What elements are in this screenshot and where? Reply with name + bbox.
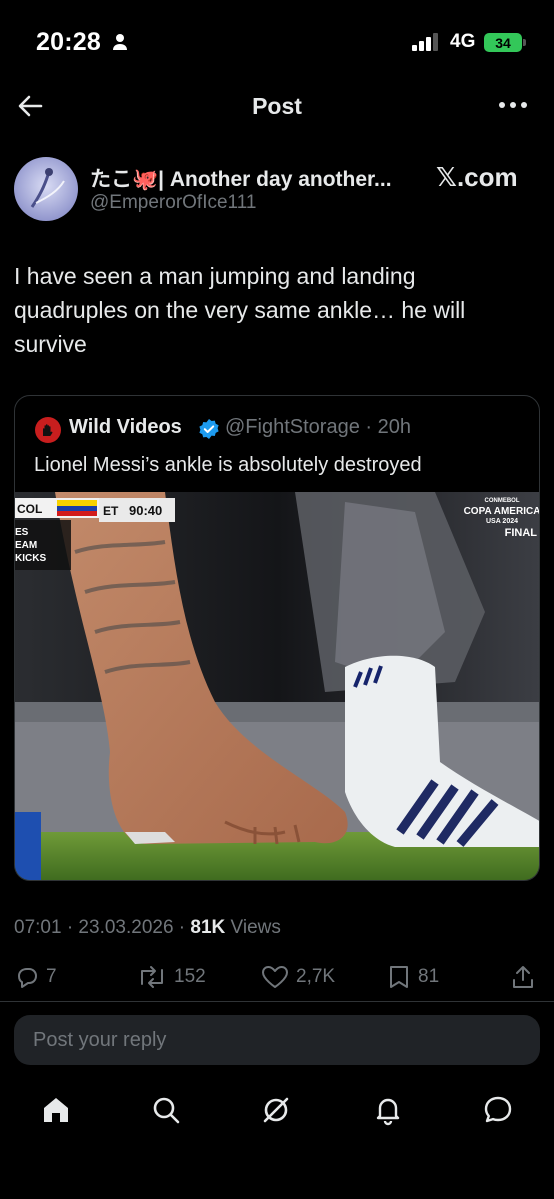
- status-time: 20:28: [36, 28, 101, 56]
- share-button[interactable]: [510, 964, 536, 990]
- signal-icon: [412, 33, 440, 51]
- bookmark-icon: [386, 964, 412, 990]
- tab-grok[interactable]: [260, 1094, 292, 1126]
- quoted-handle-time: @FightStorage · 20h: [225, 416, 411, 438]
- score-period: ET: [103, 504, 119, 518]
- quoted-post-card[interactable]: Wild Videos @FightStorage · 20h Lionel M…: [14, 395, 540, 881]
- bookmark-button[interactable]: 81: [386, 964, 439, 990]
- verified-badge-icon: [198, 418, 220, 440]
- person-icon: [112, 33, 128, 51]
- page-title: Post: [252, 93, 302, 119]
- divider: [0, 1001, 554, 1002]
- tournament-stage: FINAL: [505, 527, 538, 539]
- post-timestamp: 07:01 · 23.03.2026 ·: [14, 917, 191, 938]
- chat-bubble-icon: [482, 1094, 514, 1126]
- bell-icon: [372, 1094, 404, 1126]
- heart-icon: [260, 964, 290, 990]
- tab-search[interactable]: [150, 1094, 182, 1126]
- quoted-author-avatar[interactable]: [35, 417, 61, 443]
- repost-count: 152: [174, 966, 206, 987]
- tab-notifications[interactable]: [372, 1094, 404, 1126]
- author-avatar[interactable]: [14, 157, 78, 221]
- reply-count: 7: [46, 966, 57, 987]
- video-thumbnail[interactable]: COL ET 90:40 ES EAM KICKS CONMEBOL COPA …: [15, 492, 540, 880]
- score-side-1: ES: [15, 527, 29, 538]
- quoted-author-name[interactable]: Wild Videos: [69, 416, 182, 439]
- author-handle[interactable]: @EmperorOfIce111: [90, 192, 256, 214]
- like-button[interactable]: 2,7K: [260, 964, 335, 990]
- tab-messages[interactable]: [482, 1094, 514, 1126]
- tab-home[interactable]: [40, 1094, 72, 1126]
- reply-input[interactable]: [31, 1027, 515, 1053]
- views-count: 81K: [190, 917, 226, 938]
- bookmark-count: 81: [418, 966, 440, 987]
- battery-indicator: 34: [484, 33, 522, 52]
- author-name[interactable]: たこ🐙| Another day another...: [90, 163, 392, 193]
- score-clock: 90:40: [129, 503, 162, 518]
- reply-composer[interactable]: [14, 1015, 540, 1065]
- share-icon: [510, 964, 536, 990]
- quoted-text: Lionel Messi’s ankle is absolutely destr…: [34, 454, 422, 476]
- like-count: 2,7K: [296, 966, 336, 987]
- post-meta: 07:01 · 23.03.2026 · 81K Views: [14, 917, 281, 939]
- views-label: Views: [225, 917, 281, 938]
- home-icon: [40, 1094, 72, 1126]
- tournament-sub: USA 2024: [486, 518, 518, 525]
- source-label: 𝕏.com: [436, 162, 518, 192]
- search-icon: [150, 1094, 182, 1126]
- score-side-3: KICKS: [15, 553, 46, 564]
- network-type: 4G: [450, 31, 476, 52]
- more-options-icon[interactable]: [498, 98, 528, 112]
- reply-icon: [14, 964, 40, 990]
- post-text: I have seen a man jumping and landing qu…: [14, 263, 466, 357]
- repost-button[interactable]: 152: [136, 964, 206, 990]
- tournament-name: COPA AMERICA: [464, 506, 540, 517]
- score-team: COL: [17, 502, 42, 516]
- grok-icon: [260, 1094, 292, 1126]
- reply-button[interactable]: 7: [14, 964, 57, 990]
- score-side-2: EAM: [15, 540, 37, 551]
- repost-icon: [136, 964, 168, 990]
- battery-tip: [523, 39, 526, 46]
- tournament-top: CONMEBOL: [485, 498, 520, 504]
